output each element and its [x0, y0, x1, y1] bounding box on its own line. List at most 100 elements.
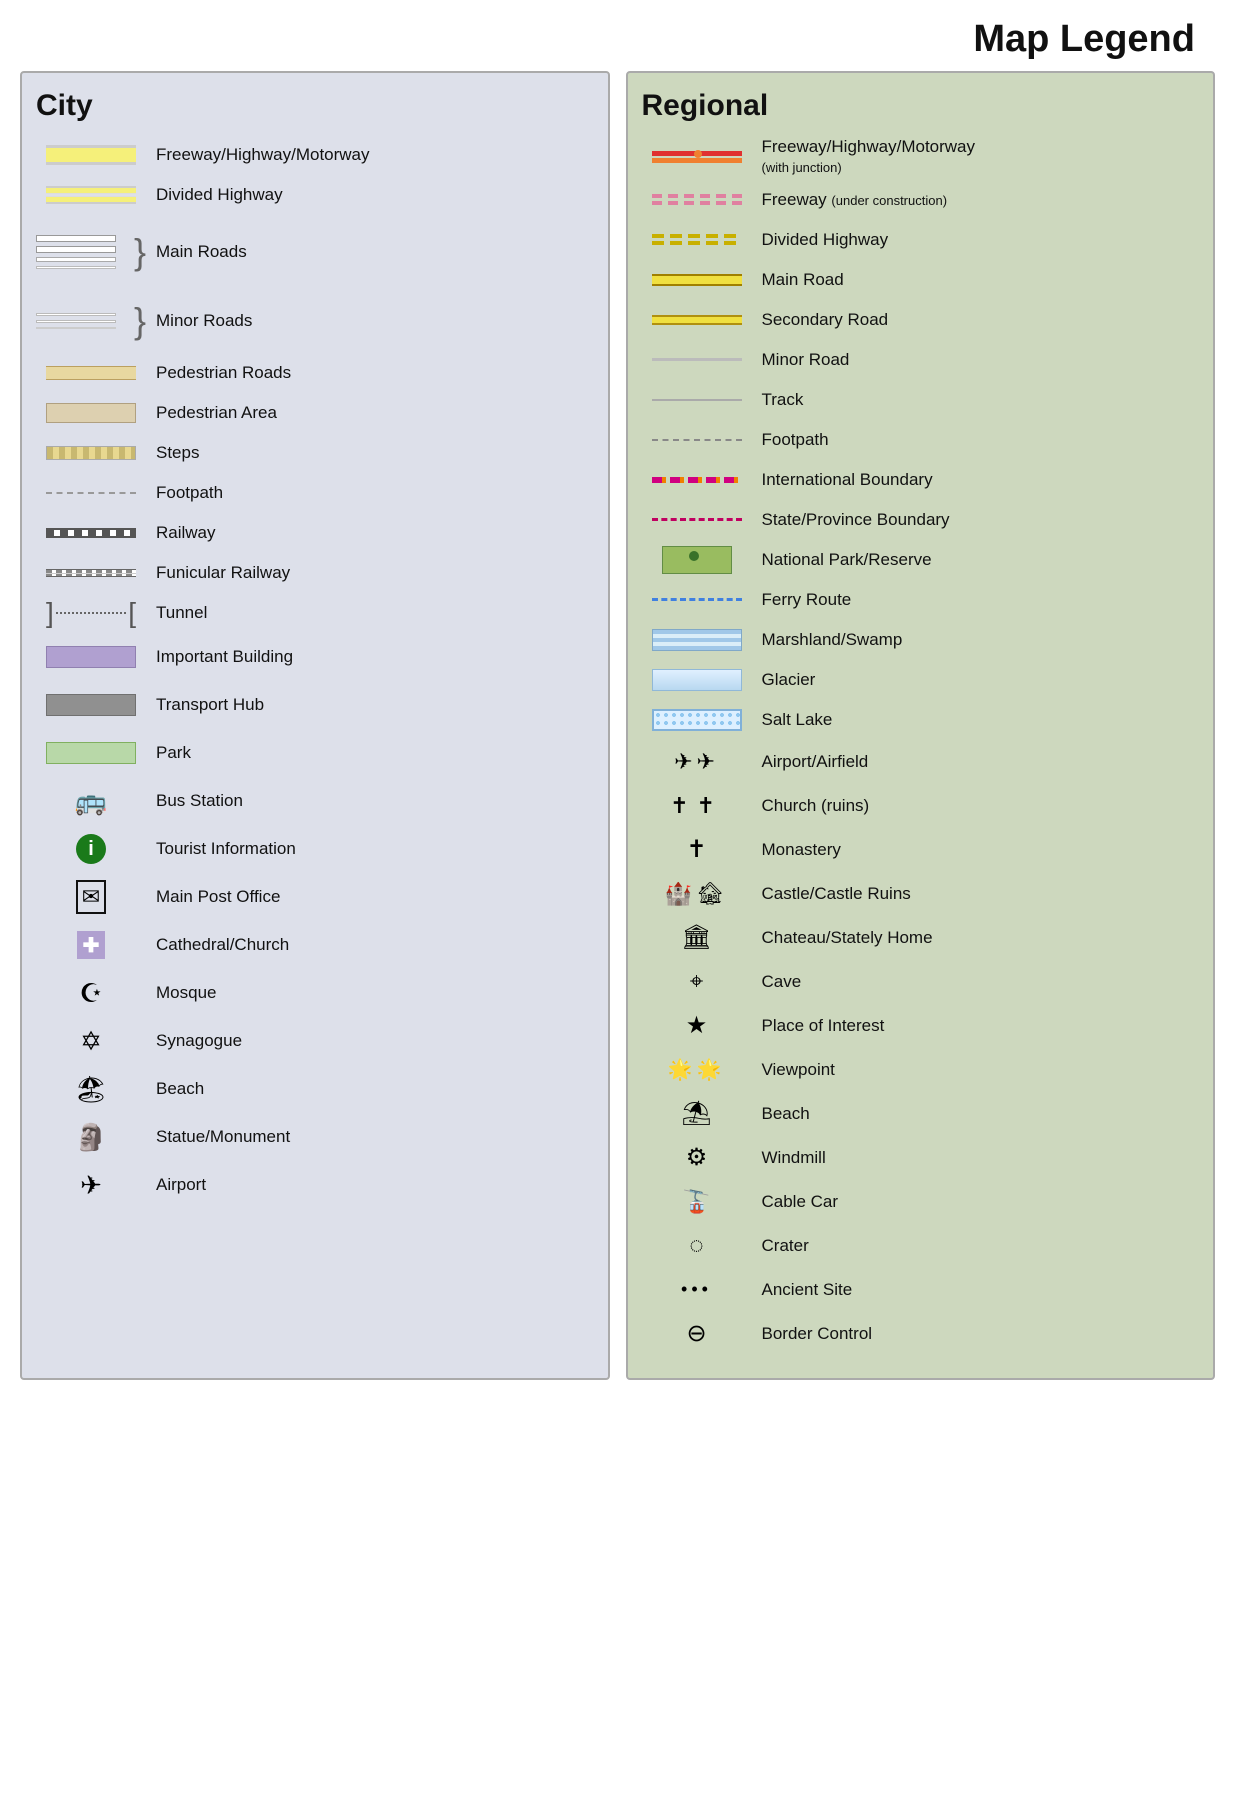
list-item: i Tourist Information: [36, 827, 594, 871]
airport-icon: ✈✈: [674, 749, 719, 775]
beach-city-icon: 🏖: [74, 1074, 107, 1105]
reg-crater-symbol: ◌: [642, 1232, 752, 1260]
reg-freeway-label: Freeway/Highway/Motorway(with junction): [762, 137, 976, 178]
junction-dot: [694, 150, 702, 158]
post-office-symbol: ✉: [36, 880, 146, 914]
important-building-label: Important Building: [156, 647, 293, 667]
tunnel-dots: [56, 612, 126, 614]
reg-yellow-dash-2: [652, 241, 742, 245]
footpath-city-symbol: [36, 492, 146, 494]
freeway-label: Freeway/Highway/Motorway: [156, 145, 370, 165]
pedestrian-area-bar: [46, 403, 136, 423]
reg-border-symbol: ⊖: [642, 1319, 752, 1348]
list-item: 🏖 Beach: [36, 1067, 594, 1111]
reg-secondary-road-symbol: [642, 315, 752, 325]
national-park-dot: [689, 551, 699, 561]
divided-highway-symbol: [36, 186, 146, 204]
minor-bracket: }: [134, 303, 146, 339]
reg-track-bar: [652, 399, 742, 401]
cablecar-icon: 🚡: [683, 1189, 710, 1215]
reg-intl-boundary-bar: [652, 477, 742, 483]
castle-icon: 🏰🏚: [665, 881, 728, 907]
statue-icon: 🗿: [75, 1122, 107, 1153]
reg-poi-symbol: ★: [642, 1011, 752, 1040]
list-item: Important Building: [36, 635, 594, 679]
city-column: City Freeway/Highway/Motorway Divided Hi…: [20, 71, 610, 1380]
bus-icon: 🚌: [75, 786, 107, 817]
transport-hub-symbol: [36, 694, 146, 716]
reg-pink-dash-1: [652, 194, 742, 198]
airport-city-label: Airport: [156, 1175, 206, 1195]
reg-beach-icon: ⛱: [681, 1099, 711, 1128]
reg-main-road-label: Main Road: [762, 270, 844, 290]
airport-city-symbol: ✈: [36, 1170, 146, 1201]
list-item: ] [ Tunnel: [36, 595, 594, 631]
pedestrian-area-symbol: [36, 403, 146, 423]
road-thick-2: [36, 246, 116, 253]
reg-secondary-road-bar: [652, 315, 742, 325]
reg-ferry-symbol: [642, 598, 752, 601]
reg-freeway-const-bar: [652, 194, 742, 205]
divided-hwy-label: Divided Highway: [156, 185, 283, 205]
minor-roads-label: Minor Roads: [156, 311, 252, 331]
road-lines-group: [36, 235, 132, 269]
info-icon: i: [76, 834, 106, 864]
reg-marshland-symbol: [642, 629, 752, 651]
reg-pink-dash-2: [652, 201, 742, 205]
list-item: Freeway/Highway/Motorway: [36, 137, 594, 173]
reg-glacier-symbol: [642, 669, 752, 691]
reg-viewpoint-symbol: 🌟🌟: [642, 1057, 752, 1082]
pedestrian-roads-symbol: [36, 366, 146, 380]
reg-national-park-bar: [662, 546, 732, 574]
mail-icon: ✉: [76, 880, 106, 914]
reg-ferry-bar: [652, 598, 742, 601]
tunnel-label: Tunnel: [156, 603, 207, 623]
reg-poi-label: Place of Interest: [762, 1016, 885, 1036]
monastery-icon: ✝: [686, 835, 706, 864]
road-medium: [36, 257, 116, 262]
regional-header: Regional: [642, 89, 1200, 123]
freeway-symbol: [36, 145, 146, 165]
footpath-city-bar: [46, 492, 136, 494]
minor-thin-2: [36, 320, 116, 323]
tunnel-bar: ] [: [46, 597, 136, 629]
steps-bar: [46, 446, 136, 460]
list-item: ⚙ Windmill: [642, 1138, 1200, 1178]
reg-freeway-symbol: [642, 151, 752, 163]
reg-ancient-symbol: •••: [642, 1279, 752, 1300]
transport-hub-bar: [46, 694, 136, 716]
cathedral-symbol: ✚: [36, 931, 146, 959]
list-item: Pedestrian Roads: [36, 355, 594, 391]
mosque-icon: ☪: [79, 978, 102, 1009]
reg-chateau-label: Chateau/Stately Home: [762, 928, 933, 948]
reg-viewpoint-label: Viewpoint: [762, 1060, 835, 1080]
divided-hwy-bar: [46, 186, 136, 204]
reg-intl-boundary-symbol: [642, 477, 752, 483]
reg-national-park-label: National Park/Reserve: [762, 550, 932, 570]
road-thick-1: [36, 235, 116, 242]
list-item: ✉ Main Post Office: [36, 875, 594, 919]
list-item: ⊖ Border Control: [642, 1314, 1200, 1354]
reg-church-label: Church (ruins): [762, 796, 870, 816]
transport-hub-label: Transport Hub: [156, 695, 264, 715]
reg-beach-label: Beach: [762, 1104, 810, 1124]
reg-crater-label: Crater: [762, 1236, 809, 1256]
list-item: Ferry Route: [642, 582, 1200, 618]
reg-divided-hwy-symbol: [642, 234, 752, 245]
pedestrian-roads-label: Pedestrian Roads: [156, 363, 291, 383]
church-ruins-icon: ✝✝: [670, 793, 723, 819]
page-title: Map Legend: [0, 0, 1235, 71]
statue-label: Statue/Monument: [156, 1127, 290, 1147]
reg-beach-symbol: ⛱: [642, 1099, 752, 1128]
park-label: Park: [156, 743, 191, 763]
city-header: City: [36, 89, 594, 123]
minor-roads-symbol: }: [36, 303, 146, 339]
funicular-symbol: [36, 569, 146, 577]
reg-cablecar-symbol: 🚡: [642, 1189, 752, 1215]
reg-cave-symbol: ⌖: [642, 968, 752, 996]
list-item: Marshland/Swamp: [642, 622, 1200, 658]
steps-symbol: [36, 446, 146, 460]
list-item: ✚ Cathedral/Church: [36, 923, 594, 967]
reg-cablecar-label: Cable Car: [762, 1192, 839, 1212]
minor-thin-3: [36, 327, 116, 329]
